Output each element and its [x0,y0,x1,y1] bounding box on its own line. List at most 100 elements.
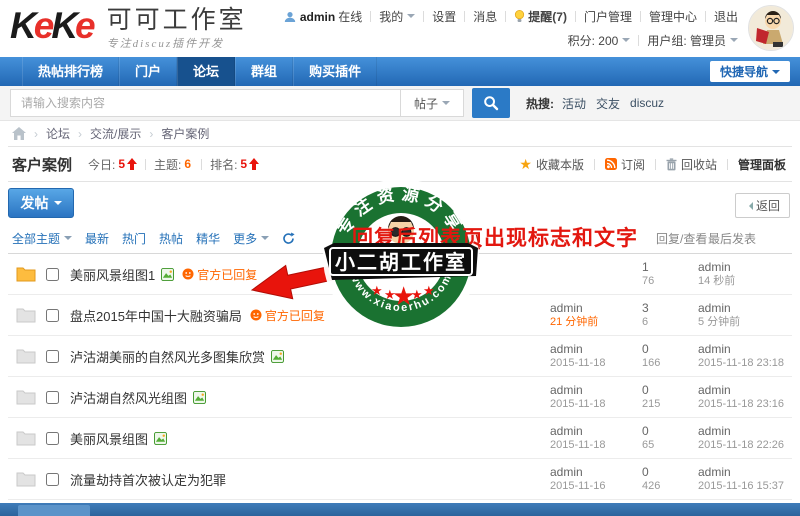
avatar[interactable] [748,5,794,51]
row-checkbox[interactable] [46,432,59,445]
author-name[interactable]: admin [550,465,642,479]
breadcrumb-current[interactable]: 客户案例 [141,125,209,142]
filter-digest[interactable]: 精华 [196,230,220,247]
reply-count: 1 [642,260,698,274]
last-poster[interactable]: admin [698,260,786,274]
divider [655,159,656,170]
nav-item-portal[interactable]: 门户 [119,57,177,86]
last-poster[interactable]: admin [698,383,786,397]
subscribe-link[interactable]: 订阅 [605,156,645,173]
hot-keyword[interactable]: 活动 [562,95,586,112]
column-last-post: 最后发表 [708,230,756,247]
search-icon [483,95,499,111]
new-post-button[interactable]: 发帖 [8,188,74,218]
breadcrumb-category[interactable]: 交流/展示 [70,125,141,142]
replies-views-cell: 0426 [642,465,698,493]
last-poster[interactable]: admin [698,342,786,356]
admin-panel-link[interactable]: 管理面板 [738,156,786,173]
author-name[interactable]: admin [550,383,642,397]
last-poster[interactable]: admin [698,301,786,315]
threads-value: 6 [184,157,191,171]
last-post-time[interactable]: 2015-11-16 15:37 [698,479,786,493]
credits-link[interactable]: 积分: 200 [568,32,619,49]
back-button[interactable]: 返回 [735,193,790,218]
hot-keyword[interactable]: 交友 [596,95,620,112]
filter-all-threads[interactable]: 全部主题 [12,230,72,247]
last-poster[interactable]: admin [698,465,786,479]
last-post-cell: admin2015-11-16 15:37 [698,465,786,493]
today-value: 5 [118,157,125,171]
usergroup-link[interactable]: 用户组: 管理员 [647,32,726,49]
last-post-time[interactable]: 5 分钟前 [698,315,786,329]
admin-center-link[interactable]: 管理中心 [649,8,697,25]
row-checkbox[interactable] [46,391,59,404]
filter-hot-threads[interactable]: 热帖 [159,230,183,247]
quick-nav-button[interactable]: 快捷导航 [710,61,790,82]
site-logo[interactable]: KeKe 可可工作室 专注discuz插件开发 [10,6,247,51]
divider [594,159,595,170]
quick-nav-label: 快捷导航 [720,63,768,80]
view-count: 426 [642,479,698,493]
nav-item-hot-rank[interactable]: 热帖排行榜 [22,57,119,86]
last-poster[interactable]: admin [698,424,786,438]
my-menu[interactable]: 我的 [379,8,403,25]
thread-title-link[interactable]: 泸沽湖自然风光组图 [70,388,187,407]
search-category-select[interactable]: 帖子 [400,89,464,117]
author-name[interactable]: admin [550,342,642,356]
home-icon[interactable] [12,127,26,140]
reply-count: 0 [642,465,698,479]
left-arrow-icon [745,202,753,210]
thread-title-link[interactable]: 美丽风景组图 [70,429,148,448]
row-checkbox[interactable] [46,268,59,281]
thread-row: 美丽风景组图 admin2015-11-18 065 admin2015-11-… [8,418,792,459]
thread-title-link[interactable]: 流量劫持首次被认定为犯罪 [70,470,226,489]
author-name[interactable]: admin [550,301,642,315]
back-label: 返回 [756,197,780,214]
username[interactable]: admin [300,10,335,24]
favorite-link[interactable]: ★收藏本版 [519,156,584,173]
nav-item-groups[interactable]: 群组 [235,57,293,86]
row-checkbox[interactable] [46,473,59,486]
post-date: 2015-11-18 [550,356,642,370]
replies-views-cell: 176 [642,260,698,288]
settings-link[interactable]: 设置 [432,8,456,25]
filter-hot[interactable]: 热门 [122,230,146,247]
last-post-time[interactable]: 2015-11-18 23:16 [698,397,786,411]
filter-newest[interactable]: 最新 [85,230,109,247]
stamp-ribbon: 小二胡工作室 [322,240,480,282]
admin-panel-label: 管理面板 [738,156,786,173]
nav-item-forum[interactable]: 论坛 [177,57,235,86]
search-input[interactable] [10,89,400,117]
nav-item-buy-plugins[interactable]: 购买插件 [293,57,377,86]
thread-row: 泸沽湖美丽的自然风光多图集欣赏 admin2015-11-18 0166 adm… [8,336,792,377]
reply-count: 0 [642,383,698,397]
folder-icon [16,430,36,446]
thread-title-link[interactable]: 盘点2015年中国十大融资骗局 [70,306,242,325]
last-post-time[interactable]: 14 秒前 [698,274,786,288]
folder-hot-icon [16,266,36,282]
chevron-down-icon [407,14,415,22]
thread-title-link[interactable]: 美丽风景组图1 [70,265,155,284]
portal-admin-link[interactable]: 门户管理 [584,8,632,25]
author-name[interactable]: admin [550,424,642,438]
last-post-time[interactable]: 2015-11-18 22:26 [698,438,786,452]
recycle-bin-link[interactable]: 回收站 [666,156,717,173]
logout-link[interactable]: 退出 [714,8,738,25]
messages-link[interactable]: 消息 [473,8,497,25]
reply-count: 0 [642,424,698,438]
threads-label: 主题: [154,156,181,173]
last-post-time[interactable]: 2015-11-18 23:18 [698,356,786,370]
post-date: 2015-11-18 [550,438,642,452]
notifications-link[interactable]: 提醒(7) [528,8,567,25]
chevron-down-icon [64,236,72,244]
hot-keyword[interactable]: discuz [630,96,664,110]
thread-title-link[interactable]: 泸沽湖美丽的自然风光多图集欣赏 [70,347,265,366]
replies-views-cell: 0215 [642,383,698,411]
breadcrumb-forum[interactable]: 论坛 [26,125,70,142]
hot-search: 热搜: 活动 交友 discuz [526,95,674,112]
row-checkbox[interactable] [46,309,59,322]
search-button[interactable] [472,88,510,118]
row-checkbox[interactable] [46,350,59,363]
logo-letter: K [10,5,34,46]
user-bar-line1: admin 在线 我的 设置 消息 提醒(7) 门户管理 管理中心 退出 [284,8,738,25]
